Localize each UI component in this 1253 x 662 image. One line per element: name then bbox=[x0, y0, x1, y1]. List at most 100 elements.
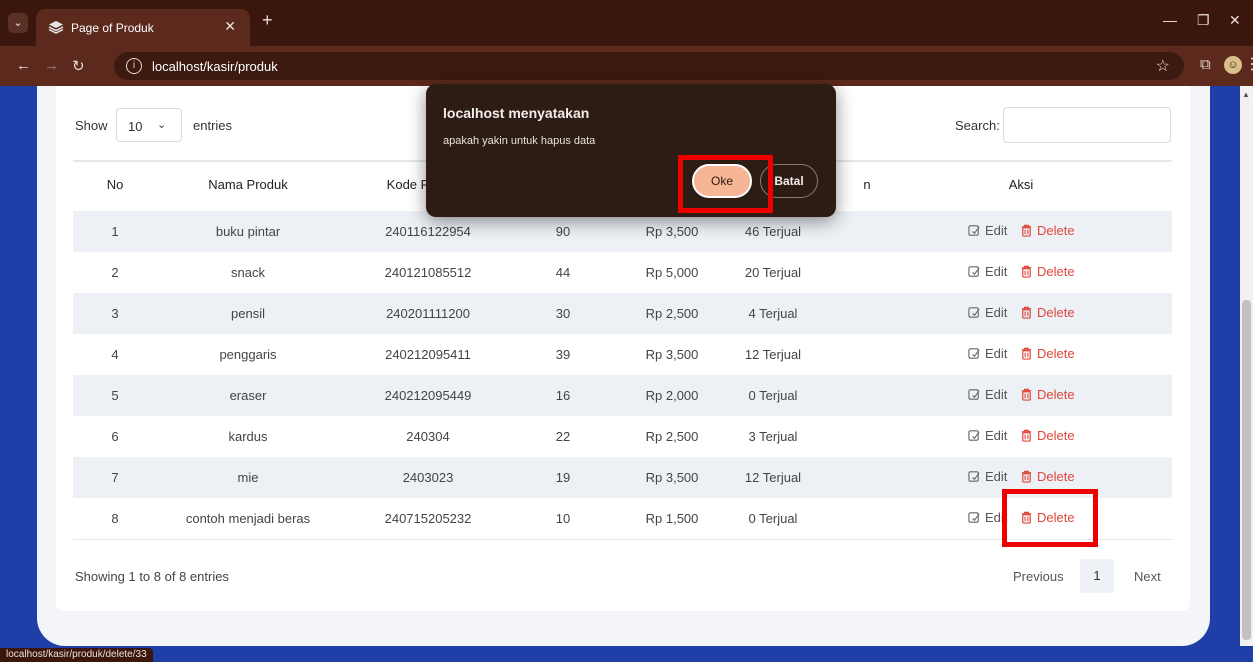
back-icon[interactable]: ← bbox=[16, 57, 31, 74]
dialog-message: apakah yakin untuk hapus data bbox=[443, 135, 596, 147]
edit-label: Edit bbox=[985, 264, 1008, 279]
trash-icon bbox=[1021, 265, 1032, 278]
delete-label: Delete bbox=[1037, 469, 1075, 484]
close-window-icon[interactable]: ✕ bbox=[1229, 12, 1241, 29]
edit-button[interactable]: Edit bbox=[968, 305, 1007, 320]
browser-toolbar: ← → ↻ i localhost/kasir/produk ☆ ⧉ ☺ ⋮ bbox=[0, 46, 1253, 86]
address-bar[interactable]: i localhost/kasir/produk ☆ bbox=[114, 52, 1184, 80]
cell-harga: Rp 2,000 bbox=[645, 388, 699, 403]
edit-icon bbox=[968, 307, 980, 318]
cell-terjual: 12 Terjual bbox=[744, 347, 802, 362]
extensions-icon[interactable]: ⧉ bbox=[1200, 56, 1211, 73]
tab-search-chevron-icon[interactable]: ⌄ bbox=[8, 13, 28, 33]
column-header-terjual[interactable]: n bbox=[863, 177, 870, 192]
delete-button[interactable]: Delete bbox=[1020, 510, 1075, 525]
dialog-ok-button[interactable]: Oke bbox=[692, 164, 752, 198]
table-row: 4 penggaris 240212095411 39 Rp 3,500 12 Terju… bbox=[73, 334, 1172, 375]
cell-kode: 240212095449 bbox=[384, 388, 472, 403]
edit-button[interactable]: Edit bbox=[968, 264, 1007, 279]
cell-nama: eraser bbox=[229, 388, 267, 403]
close-tab-icon[interactable]: ✕ bbox=[224, 18, 236, 35]
cell-no: 8 bbox=[111, 511, 119, 526]
cell-kode: 240121085512 bbox=[384, 265, 472, 280]
edit-button[interactable]: Edit bbox=[968, 428, 1007, 443]
forward-icon[interactable]: → bbox=[44, 57, 59, 74]
trash-icon bbox=[1021, 470, 1032, 483]
trash-icon bbox=[1021, 388, 1032, 401]
edit-button[interactable]: Edit bbox=[968, 510, 1007, 525]
delete-button[interactable]: Delete bbox=[1020, 264, 1075, 279]
edit-button[interactable]: Edit bbox=[968, 223, 1007, 238]
table-info: Showing 1 to 8 of 8 entries bbox=[75, 569, 229, 584]
column-header-kode-produk[interactable]: Kode P bbox=[387, 177, 430, 192]
table-row: 1 buku pintar 240116122954 90 Rp 3,500 46 Ter… bbox=[73, 211, 1172, 252]
cell-terjual: 3 Terjual bbox=[748, 429, 798, 444]
cell-harga: Rp 3,500 bbox=[645, 347, 699, 362]
cell-harga: Rp 1,500 bbox=[645, 511, 699, 526]
entries-select[interactable]: 10 ⌄ bbox=[116, 108, 182, 142]
cell-terjual: 0 Terjual bbox=[748, 511, 798, 526]
edit-button[interactable]: Edit bbox=[968, 469, 1007, 484]
edit-button[interactable]: Edit bbox=[968, 346, 1007, 361]
edit-label: Edit bbox=[985, 223, 1008, 238]
page-1-button[interactable]: 1 bbox=[1080, 559, 1114, 593]
cell-no: 4 bbox=[111, 347, 119, 362]
trash-icon bbox=[1021, 306, 1032, 319]
edit-icon bbox=[968, 225, 980, 236]
bookmark-star-icon[interactable]: ☆ bbox=[1156, 56, 1170, 76]
column-header-no[interactable]: No bbox=[107, 177, 124, 192]
delete-button[interactable]: Delete bbox=[1020, 346, 1075, 361]
delete-button[interactable]: Delete bbox=[1020, 223, 1075, 238]
edit-icon bbox=[968, 430, 980, 441]
show-label: Show bbox=[75, 118, 108, 133]
url-text: localhost/kasir/produk bbox=[152, 59, 278, 74]
table-bottom-divider bbox=[73, 539, 1172, 540]
profile-avatar[interactable]: ☺ bbox=[1224, 56, 1242, 74]
status-bar-url: localhost/kasir/produk/delete/33 bbox=[0, 648, 153, 662]
site-info-icon[interactable]: i bbox=[126, 58, 142, 74]
cell-harga: Rp 2,500 bbox=[645, 429, 699, 444]
delete-button[interactable]: Delete bbox=[1020, 469, 1075, 484]
minimize-icon[interactable]: — bbox=[1163, 12, 1177, 28]
cell-kode: 240116122954 bbox=[385, 224, 471, 239]
dialog-title: localhost menyatakan bbox=[443, 105, 590, 121]
edit-icon bbox=[968, 266, 980, 277]
scroll-up-arrow-icon[interactable]: ▲ bbox=[1242, 90, 1250, 99]
confirm-dialog: localhost menyatakan apakah yakin untuk … bbox=[426, 84, 836, 217]
reload-icon[interactable]: ↻ bbox=[72, 57, 85, 75]
cell-nama: penggaris bbox=[219, 347, 277, 362]
cell-nama: snack bbox=[231, 265, 265, 280]
cell-terjual: 4 Terjual bbox=[748, 306, 798, 321]
cell-no: 7 bbox=[111, 470, 119, 485]
cell-stok: 22 bbox=[555, 429, 571, 444]
cell-no: 2 bbox=[111, 265, 119, 280]
delete-button[interactable]: Delete bbox=[1020, 428, 1075, 443]
column-header-aksi[interactable]: Aksi bbox=[1009, 177, 1034, 192]
scrollbar-thumb[interactable] bbox=[1242, 300, 1251, 640]
entries-label: entries bbox=[193, 118, 233, 133]
cell-harga: Rp 3,500 bbox=[645, 470, 699, 485]
cell-stok: 39 bbox=[555, 347, 571, 362]
browser-menu-icon[interactable]: ⋮ bbox=[1244, 54, 1253, 74]
next-page-button[interactable]: Next bbox=[1134, 569, 1161, 584]
edit-label: Edit bbox=[985, 510, 1008, 525]
restore-icon[interactable]: ❐ bbox=[1197, 12, 1210, 29]
dialog-cancel-button[interactable]: Batal bbox=[760, 164, 818, 198]
column-header-nama-produk[interactable]: Nama Produk bbox=[208, 177, 287, 192]
new-tab-icon[interactable]: + bbox=[262, 10, 273, 31]
browser-tab[interactable]: Page of Produk ✕ bbox=[36, 9, 250, 46]
edit-icon bbox=[968, 389, 980, 400]
edit-button[interactable]: Edit bbox=[968, 387, 1007, 402]
cell-nama: mie bbox=[237, 470, 259, 485]
search-input[interactable] bbox=[1003, 107, 1171, 143]
trash-icon bbox=[1021, 224, 1032, 237]
delete-button[interactable]: Delete bbox=[1020, 305, 1075, 320]
cell-kode: 240212095411 bbox=[385, 347, 471, 362]
cell-harga: Rp 5,000 bbox=[645, 265, 699, 280]
cell-kode: 240304 bbox=[406, 429, 450, 444]
cell-kode: 240715205232 bbox=[384, 511, 472, 526]
edit-label: Edit bbox=[985, 346, 1008, 361]
previous-page-button[interactable]: Previous bbox=[1013, 569, 1064, 584]
delete-button[interactable]: Delete bbox=[1020, 387, 1075, 402]
edit-icon bbox=[968, 471, 980, 482]
